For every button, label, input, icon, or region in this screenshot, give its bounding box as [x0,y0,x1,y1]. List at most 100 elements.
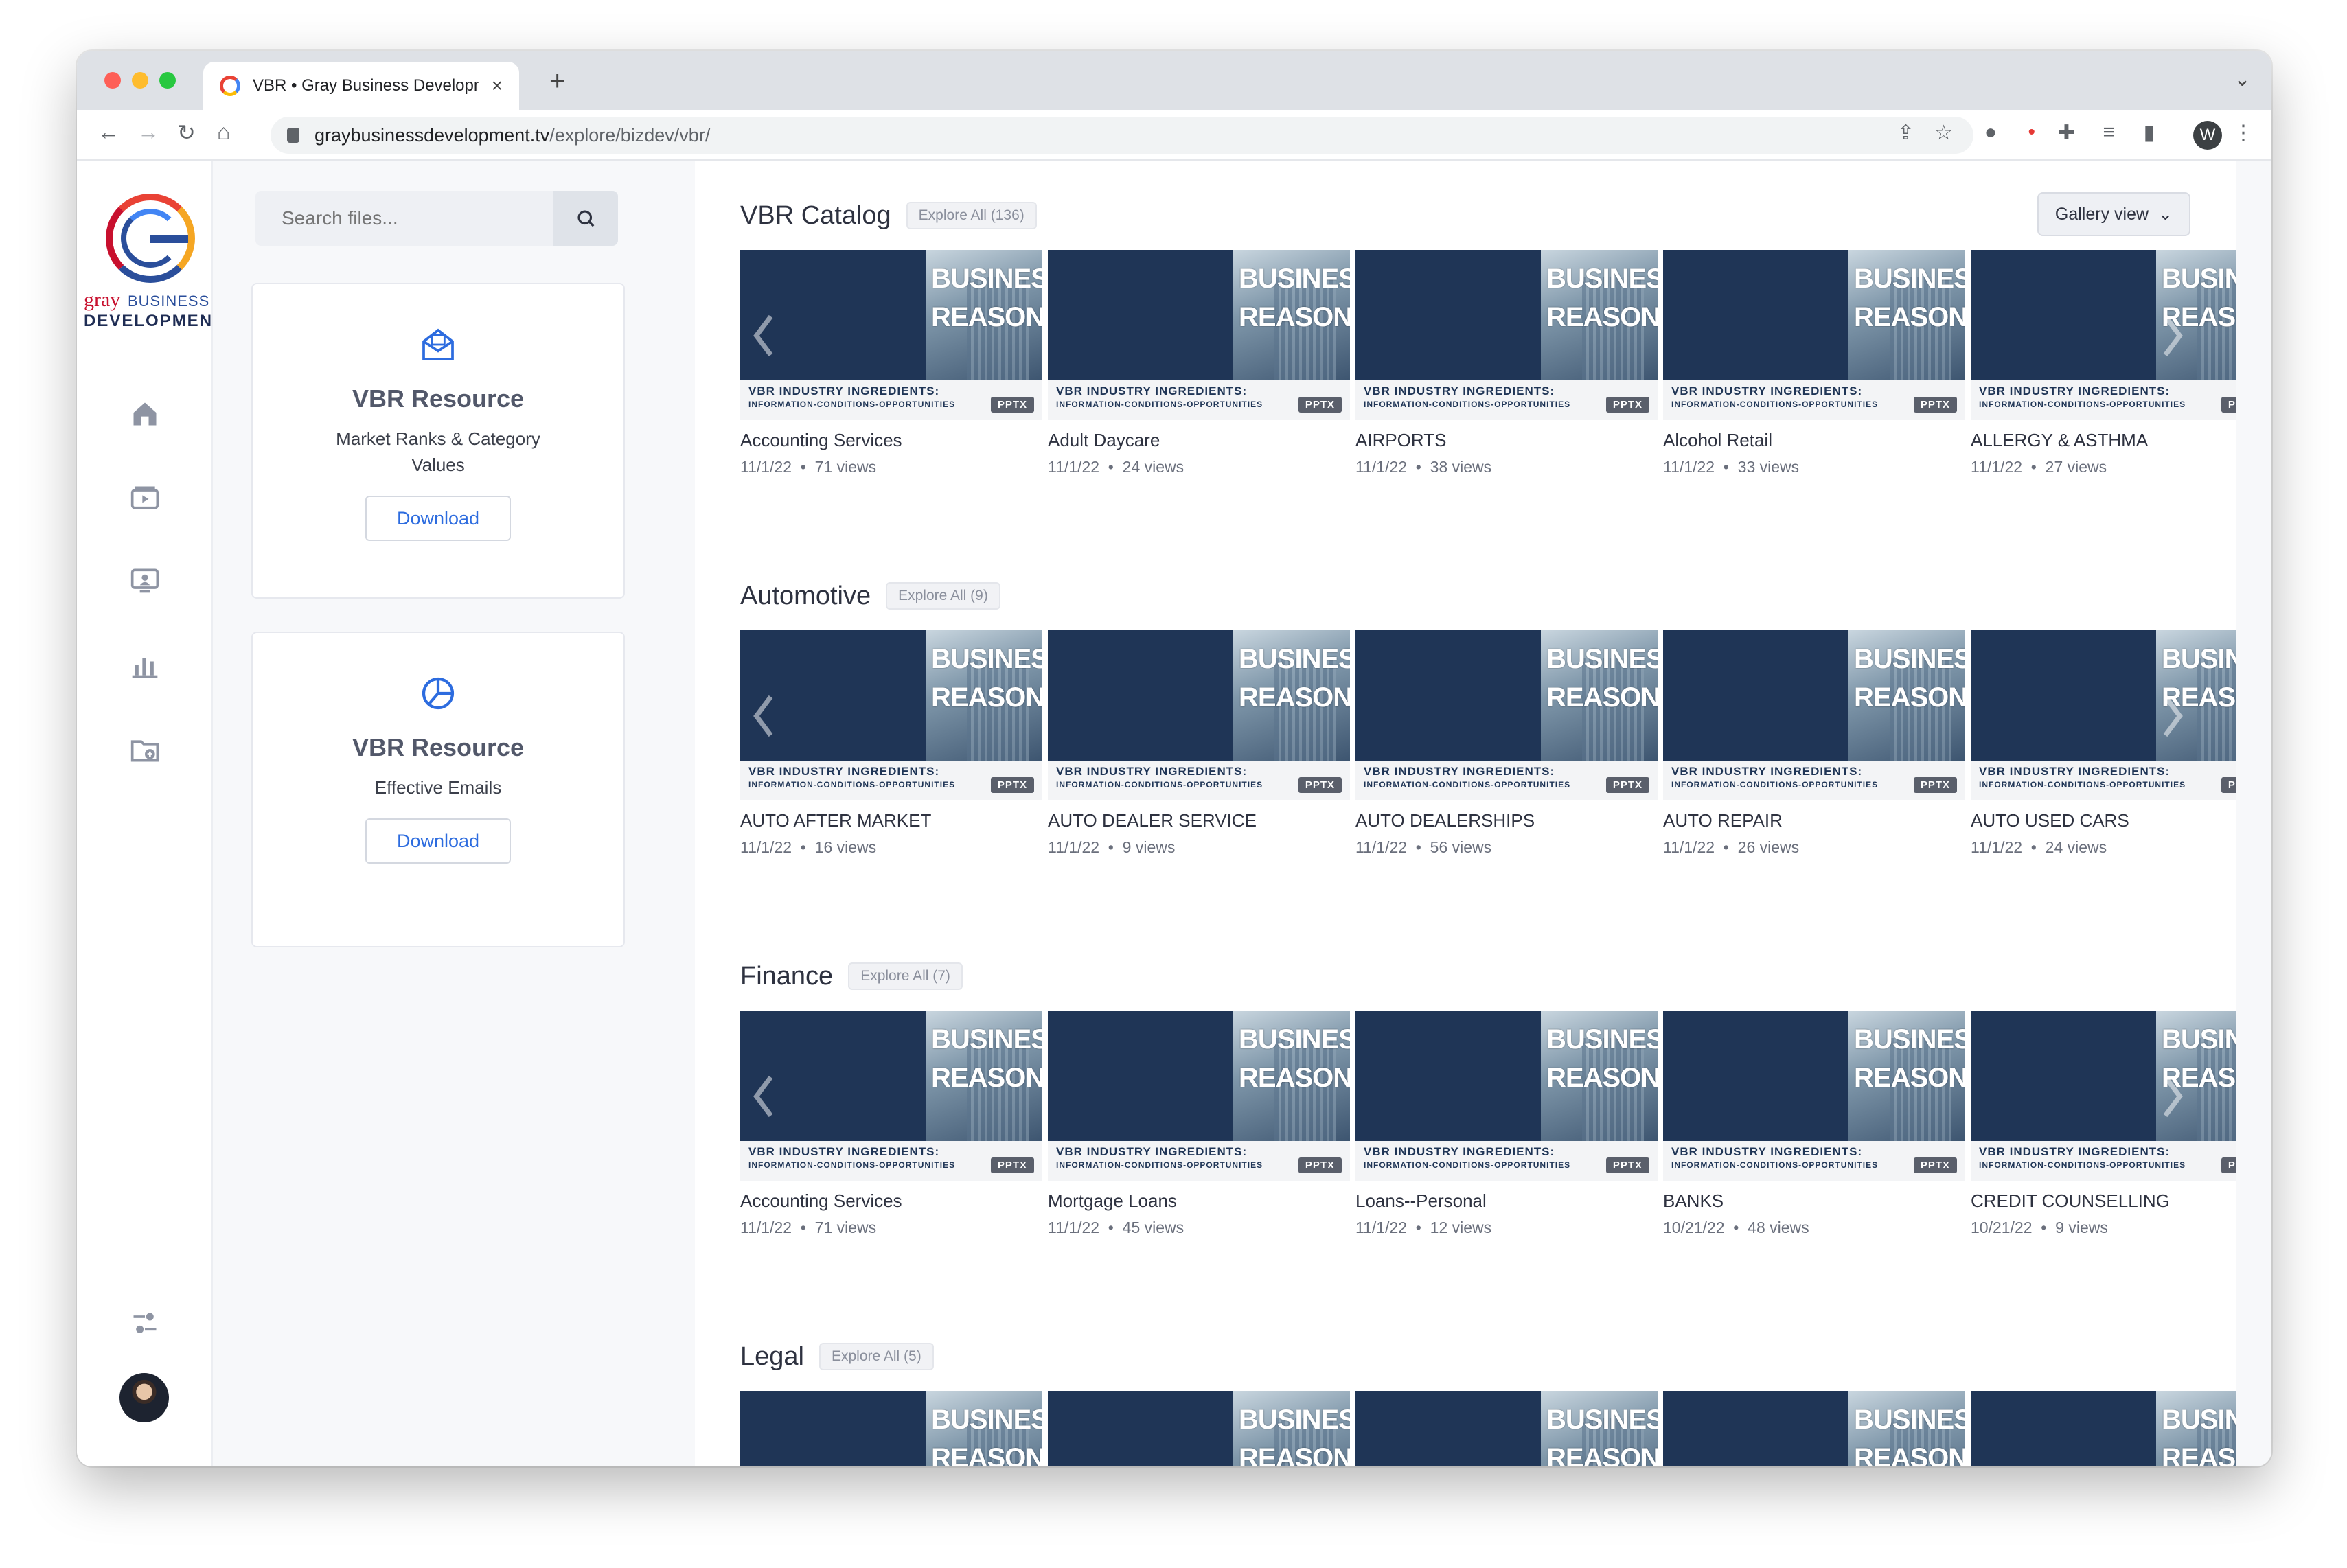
resource-title[interactable]: ALLERGY & ASTHMA [1971,430,2236,451]
carousel-prev-icon[interactable] [750,1072,777,1120]
carousel-next-icon[interactable] [2159,312,2186,360]
videos-icon[interactable] [124,481,166,515]
chart-icon[interactable] [124,648,166,682]
resource-thumbnail[interactable]: BUSINESSREASONVBR INDUSTRY INGREDIENTS:I… [1048,1011,1350,1181]
reload-icon[interactable]: ↻ [177,119,196,146]
resource-thumbnail[interactable]: BUSINESSREASONVBR INDUSTRY INGREDIENTS:I… [1663,1391,1965,1466]
resource-title[interactable]: AUTO AFTER MARKET [740,810,1042,831]
reading-list-icon[interactable]: ≡ [2103,121,2115,144]
download-button[interactable]: Download [365,496,511,541]
browser-tab[interactable]: VBR • Gray Business Developm × [203,62,519,110]
gallery-view-dropdown[interactable]: Gallery view ⌄ [2037,192,2190,236]
resource-thumbnail[interactable]: BUSINESSREASONVBR INDUSTRY INGREDIENTS:I… [1971,250,2236,420]
resource-item[interactable]: BUSINESSREASONVBR INDUSTRY INGREDIENTS:I… [1048,250,1350,476]
resource-thumbnail[interactable]: BUSINESSREASONVBR INDUSTRY INGREDIENTS:I… [1048,250,1350,420]
back-arrow-icon[interactable]: ← [98,119,119,145]
carousel-next-icon[interactable] [2159,1072,2186,1120]
maximize-window-button[interactable] [159,72,176,89]
bookmark-star-icon[interactable]: ☆ [1934,121,1953,145]
resource-title[interactable]: Accounting Services [740,430,1042,451]
resource-item[interactable]: BUSINESSREASONVBR INDUSTRY INGREDIENTS:I… [1971,1391,2236,1466]
resource-thumbnail[interactable]: BUSINESSREASONVBR INDUSTRY INGREDIENTS:I… [1971,1391,2236,1466]
resource-thumbnail[interactable]: BUSINESSREASONVBR INDUSTRY INGREDIENTS:I… [740,1011,1042,1181]
forward-arrow-icon[interactable]: → [137,119,159,145]
resource-thumbnail[interactable]: BUSINESSREASONVBR INDUSTRY INGREDIENTS:I… [740,250,1042,420]
address-bar[interactable]: graybusinessdevelopment.tv /explore/bizd… [271,117,1973,154]
resource-item[interactable]: BUSINESSREASONVBR INDUSTRY INGREDIENTS:I… [740,250,1042,476]
home-browser-icon[interactable]: ⌂ [217,119,230,145]
search-button[interactable] [553,191,618,246]
tab-search-icon[interactable]: ⌄ [2234,67,2251,91]
resource-thumbnail[interactable]: BUSINESSREASONVBR INDUSTRY INGREDIENTS:I… [740,1391,1042,1466]
resource-meta: 11/1/22 • 24 views [1048,458,1350,476]
resource-title[interactable]: Loans--Personal [1355,1190,1658,1212]
resource-thumbnail[interactable]: BUSINESSREASONVBR INDUSTRY INGREDIENTS:I… [740,630,1042,800]
incognito-extension-icon[interactable]: ● [1984,121,1997,144]
resource-item[interactable]: BUSINESSREASONVBR INDUSTRY INGREDIENTS:I… [1355,630,1658,857]
carousel-prev-icon[interactable] [750,692,777,740]
resource-thumbnail[interactable]: BUSINESSREASONVBR INDUSTRY INGREDIENTS:I… [1971,1011,2236,1181]
close-window-button[interactable] [104,72,121,89]
user-avatar[interactable] [119,1373,169,1422]
resource-item[interactable]: BUSINESSREASONVBR INDUSTRY INGREDIENTS:I… [740,630,1042,857]
resource-thumbnail[interactable]: BUSINESSREASONVBR INDUSTRY INGREDIENTS:I… [1663,250,1965,420]
browser-menu-icon[interactable]: ⋮ [2233,121,2254,145]
resource-title[interactable]: Accounting Services [740,1190,1042,1212]
resource-thumbnail[interactable]: BUSINESSREASONVBR INDUSTRY INGREDIENTS:I… [1355,250,1658,420]
close-tab-icon[interactable]: × [492,75,503,97]
resource-thumbnail[interactable]: BUSINESSREASONVBR INDUSTRY INGREDIENTS:I… [1048,1391,1350,1466]
folder-add-icon[interactable] [124,733,166,768]
resource-thumbnail[interactable]: BUSINESSREASONVBR INDUSTRY INGREDIENTS:I… [1355,630,1658,800]
resource-thumbnail[interactable]: BUSINESSREASONVBR INDUSTRY INGREDIENTS:I… [1048,630,1350,800]
carousel-prev-icon[interactable] [750,312,777,360]
resource-title[interactable]: AUTO DEALERSHIPS [1355,810,1658,831]
resource-item[interactable]: BUSINESSREASONVBR INDUSTRY INGREDIENTS:I… [740,1011,1042,1237]
resource-thumbnail[interactable]: BUSINESSREASONVBR INDUSTRY INGREDIENTS:I… [1663,1011,1965,1181]
gray-business-development-logo[interactable]: gray BUSINESS DEVELOPMENT [84,194,223,338]
explore-all-button[interactable]: Explore All (136) [906,202,1037,229]
resource-title[interactable]: AUTO REPAIR [1663,810,1965,831]
carousel-next-icon[interactable] [2159,692,2186,740]
explore-all-button[interactable]: Explore All (9) [886,582,1000,610]
resource-item[interactable]: BUSINESSREASONVBR INDUSTRY INGREDIENTS:I… [1355,1391,1658,1466]
resource-thumbnail[interactable]: BUSINESSREASONVBR INDUSTRY INGREDIENTS:I… [1971,630,2236,800]
profile-avatar[interactable]: W [2193,121,2222,150]
resource-thumbnail[interactable]: BUSINESSREASONVBR INDUSTRY INGREDIENTS:I… [1355,1011,1658,1181]
explore-all-button[interactable]: Explore All (5) [818,1343,934,1370]
new-tab-button[interactable]: + [549,66,565,97]
search-files-input[interactable] [255,191,553,246]
resource-item[interactable]: BUSINESSREASONVBR INDUSTRY INGREDIENTS:I… [1971,1011,2236,1237]
resource-title[interactable]: AUTO DEALER SERVICE [1048,810,1350,831]
resource-item[interactable]: BUSINESSREASONVBR INDUSTRY INGREDIENTS:I… [1048,1011,1350,1237]
resource-title[interactable]: Mortgage Loans [1048,1190,1350,1212]
resource-item[interactable]: BUSINESSREASONVBR INDUSTRY INGREDIENTS:I… [1971,250,2236,476]
minimize-window-button[interactable] [132,72,148,89]
resource-item[interactable]: BUSINESSREASONVBR INDUSTRY INGREDIENTS:I… [740,1391,1042,1466]
resource-item[interactable]: BUSINESSREASONVBR INDUSTRY INGREDIENTS:I… [1355,250,1658,476]
home-icon[interactable] [124,397,166,431]
resource-thumbnail[interactable]: BUSINESSREASONVBR INDUSTRY INGREDIENTS:I… [1663,630,1965,800]
presentation-icon[interactable] [124,563,166,597]
resource-title[interactable]: BANKS [1663,1190,1965,1212]
share-icon[interactable]: ⇪ [1897,121,1914,145]
resource-title[interactable]: Alcohol Retail [1663,430,1965,451]
resource-item[interactable]: BUSINESSREASONVBR INDUSTRY INGREDIENTS:I… [1663,1391,1965,1466]
resource-title[interactable]: AUTO USED CARS [1971,810,2236,831]
resource-item[interactable]: BUSINESSREASONVBR INDUSTRY INGREDIENTS:I… [1663,630,1965,857]
resource-title[interactable]: AIRPORTS [1355,430,1658,451]
resource-thumbnail[interactable]: BUSINESSREASONVBR INDUSTRY INGREDIENTS:I… [1355,1391,1658,1466]
resource-item[interactable]: BUSINESSREASONVBR INDUSTRY INGREDIENTS:I… [1663,250,1965,476]
resource-item[interactable]: BUSINESSREASONVBR INDUSTRY INGREDIENTS:I… [1048,630,1350,857]
resource-item[interactable]: BUSINESSREASONVBR INDUSTRY INGREDIENTS:I… [1048,1391,1350,1466]
resource-item[interactable]: BUSINESSREASONVBR INDUSTRY INGREDIENTS:I… [1663,1011,1965,1237]
resource-item[interactable]: BUSINESSREASONVBR INDUSTRY INGREDIENTS:I… [1971,630,2236,857]
resource-title[interactable]: CREDIT COUNSELLING [1971,1190,2236,1212]
record-extension-icon[interactable]: • [2028,121,2035,144]
download-button[interactable]: Download [365,818,511,864]
side-panel-icon[interactable]: ▮ [2143,121,2155,145]
resource-item[interactable]: BUSINESSREASONVBR INDUSTRY INGREDIENTS:I… [1355,1011,1658,1237]
resource-title[interactable]: Adult Daycare [1048,430,1350,451]
extensions-puzzle-icon[interactable]: ✚ [2058,121,2075,145]
explore-all-button[interactable]: Explore All (7) [848,962,963,990]
settings-toggle-icon[interactable] [124,1307,166,1341]
